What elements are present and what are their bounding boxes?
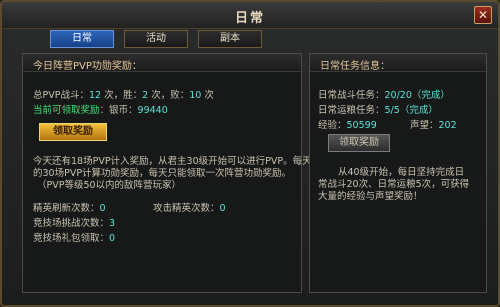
claim-task-reward-button[interactable]: 领取奖励 <box>328 134 390 152</box>
task-panel-title: 日常任务信息： <box>320 61 390 72</box>
reward-silver: 99440 <box>137 105 168 116</box>
daily-task-panel: 日常任务信息： 日常战斗任务：20/20（完成） 日常运粮任务：5/5（完成） … <box>309 53 487 293</box>
battle-task-progress: 日常战斗任务：20/20（完成） <box>318 90 450 101</box>
daily-window: 日常 ✕ 日常 活动 副本 今日阵营PVP功勋奖励： 总PVP战斗：12 次，胜… <box>0 0 500 307</box>
title-bar[interactable]: 日常 ✕ <box>2 2 498 29</box>
pvp-stats: 总PVP战斗：12 次，胜：2 次，败：10 次 <box>33 90 214 101</box>
current-reward: 当前可领取奖励：银币：99440 <box>33 105 168 116</box>
tab-activity[interactable]: 活动 <box>124 30 188 48</box>
arena-challenge-count: 竞技场挑战次数：3 <box>33 218 116 229</box>
transport-task-progress: 日常运粮任务：5/5（完成） <box>318 105 438 116</box>
pvp-total: 12 <box>88 90 102 101</box>
claim-pvp-reward-button[interactable]: 领取奖励 <box>39 123 107 141</box>
close-button[interactable]: ✕ <box>474 6 492 24</box>
task-panel-header: 日常任务信息： <box>310 54 486 72</box>
pvp-panel-title: 今日阵营PVP功勋奖励： <box>33 61 142 72</box>
tab-bar: 日常 活动 副本 <box>50 30 262 48</box>
pvp-losses: 10 <box>189 90 202 101</box>
pvp-reward-panel: 今日阵营PVP功勋奖励： 总PVP战斗：12 次，胜：2 次，败：10 次 当前… <box>22 53 312 293</box>
arena-gift-count: 竞技场礼包领取：0 <box>33 233 116 244</box>
tab-dungeon[interactable]: 副本 <box>198 30 262 48</box>
pvp-wins: 2 <box>142 90 149 101</box>
pvp-panel-header: 今日阵营PVP功勋奖励： <box>23 54 301 72</box>
window-title: 日常 <box>234 11 265 26</box>
tab-daily[interactable]: 日常 <box>50 30 114 48</box>
pvp-description: 今天还有18场PVP计入奖励，从君主30级开始可以进行PVP。每天 的30场PV… <box>33 156 312 191</box>
task-note: 从40级开始，每日坚持完成日 常战斗20次、日常运粮5次，可获得 大量的经验与声… <box>318 167 470 202</box>
elite-attack-count: 攻击精英次数：0 <box>153 203 226 214</box>
prestige-reward: 声望：202 <box>410 120 457 131</box>
exp-reward: 经验：50599 <box>318 120 377 131</box>
elite-refresh-count: 精英刷新次数：0 <box>33 203 106 214</box>
